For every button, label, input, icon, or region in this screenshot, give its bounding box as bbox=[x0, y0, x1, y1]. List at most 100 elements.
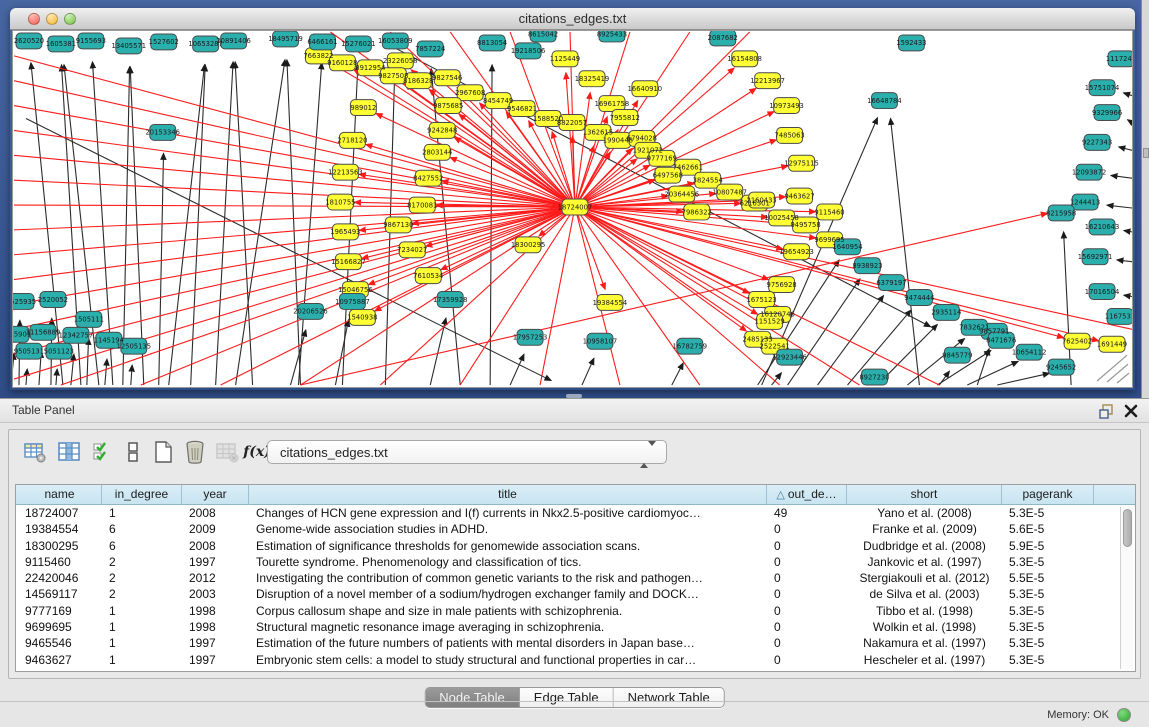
table-cell[interactable]: 1 bbox=[102, 619, 182, 635]
column-header-title[interactable]: title bbox=[249, 485, 767, 505]
column-header-year[interactable]: year bbox=[182, 485, 249, 505]
graph-edge[interactable] bbox=[105, 359, 107, 385]
column-header-name[interactable]: name bbox=[18, 485, 102, 505]
table-cell[interactable]: 1998 bbox=[182, 603, 249, 619]
table-row[interactable]: 2242004622012Investigating the contribut… bbox=[16, 570, 1109, 586]
table-scrollbar-thumb[interactable] bbox=[1123, 509, 1132, 547]
table-cell[interactable]: Embryonic stem cells: a model to study s… bbox=[249, 652, 767, 668]
graph-edge-selected[interactable] bbox=[575, 207, 783, 249]
graph-edge-selected[interactable] bbox=[575, 207, 765, 308]
graph-edge[interactable] bbox=[997, 373, 1049, 385]
table-cell[interactable]: 5.6E-5 bbox=[1002, 521, 1094, 537]
table-row[interactable]: 969969511998Structural magnetic resonanc… bbox=[16, 619, 1109, 635]
graph-edge[interactable] bbox=[788, 279, 860, 385]
table-cell[interactable]: 2 bbox=[102, 570, 182, 586]
graph-edge[interactable] bbox=[298, 63, 321, 385]
table-cell[interactable]: Nakamura et al. (1997) bbox=[847, 635, 1002, 651]
column-header-in_degree[interactable]: in_degree bbox=[102, 485, 182, 505]
graph-edge-selected[interactable] bbox=[575, 207, 749, 293]
table-row[interactable]: 911546021997Tourette syndrome. Phenomeno… bbox=[16, 554, 1109, 570]
table-cell[interactable]: 0 bbox=[767, 652, 847, 668]
table-cell[interactable]: Stergiakouli et al. (2012) bbox=[847, 570, 1002, 586]
table-cell[interactable]: Estimation of the future numbers of pati… bbox=[249, 635, 767, 651]
table-cell[interactable]: Corpus callosum shape and size in male p… bbox=[249, 603, 767, 619]
table-cell[interactable]: Tibbo et al. (1998) bbox=[847, 603, 1002, 619]
table-cell[interactable]: Dudbridge et al. (2008) bbox=[847, 538, 1002, 554]
table-cell[interactable]: 0 bbox=[767, 570, 847, 586]
graph-edge-selected[interactable] bbox=[61, 207, 575, 385]
table-cell[interactable]: 1997 bbox=[182, 554, 249, 570]
table-cell[interactable]: 22420046 bbox=[18, 570, 102, 586]
table-cell[interactable]: 5.3E-5 bbox=[1002, 586, 1094, 602]
table-cell[interactable]: 6 bbox=[102, 521, 182, 537]
table-row[interactable]: 1456911722003Disruption of a novel membe… bbox=[16, 586, 1109, 602]
graph-edge[interactable] bbox=[287, 60, 301, 385]
table-cell[interactable]: 2009 bbox=[182, 521, 249, 537]
table-cell[interactable]: 0 bbox=[767, 554, 847, 570]
table-cell[interactable]: 2008 bbox=[182, 505, 249, 521]
table-cell[interactable]: 0 bbox=[767, 521, 847, 537]
graph-edge[interactable] bbox=[87, 338, 89, 385]
table-cell[interactable]: 5.3E-5 bbox=[1002, 652, 1094, 668]
table-cell[interactable]: 1 bbox=[102, 505, 182, 521]
network-canvas[interactable]: 1872400718300295193845547663822916012889… bbox=[12, 30, 1133, 388]
column-header-short[interactable]: short bbox=[847, 485, 1002, 505]
table-cell[interactable]: Genome-wide association studies in ADHD. bbox=[249, 521, 767, 537]
table-row[interactable]: 946554611997Estimation of the future num… bbox=[16, 635, 1109, 651]
table-cell[interactable]: 0 bbox=[767, 603, 847, 619]
citation-network-graph[interactable]: 1872400718300295193845547663822916012889… bbox=[13, 31, 1132, 387]
graph-edge[interactable] bbox=[1107, 205, 1132, 208]
graph-edge[interactable] bbox=[1124, 231, 1132, 232]
table-cell[interactable]: 5.9E-5 bbox=[1002, 538, 1094, 554]
table-row[interactable]: 1938455462009Genome-wide association stu… bbox=[16, 521, 1109, 537]
row-select-icon[interactable] bbox=[89, 438, 117, 466]
table-cell[interactable]: 18724007 bbox=[18, 505, 102, 521]
table-cell[interactable]: Jankovic et al. (1997) bbox=[847, 554, 1002, 570]
table-row[interactable]: 977716911998Corpus callosum shape and si… bbox=[16, 603, 1109, 619]
graph-edge[interactable] bbox=[582, 358, 594, 385]
table-cell[interactable]: 6 bbox=[102, 538, 182, 554]
table-cell[interactable]: 2003 bbox=[182, 586, 249, 602]
table-row[interactable]: 946362711997Embryonic stem cells: a mode… bbox=[16, 652, 1109, 668]
table-cell[interactable]: 1 bbox=[102, 603, 182, 619]
table-cell[interactable]: 2008 bbox=[182, 538, 249, 554]
table-cell[interactable]: Investigating the contribution of common… bbox=[249, 570, 767, 586]
table-cell[interactable]: 9465546 bbox=[18, 635, 102, 651]
table-cell[interactable]: 2 bbox=[102, 554, 182, 570]
table-cell[interactable]: Estimation of significance thresholds fo… bbox=[249, 538, 767, 554]
table-cell[interactable]: 18300295 bbox=[18, 538, 102, 554]
network-window-titlebar[interactable]: citations_edges.txt bbox=[10, 8, 1135, 30]
graph-edge[interactable] bbox=[130, 67, 144, 385]
table-cell[interactable]: 9777169 bbox=[18, 603, 102, 619]
graph-edge-selected[interactable] bbox=[14, 130, 575, 207]
new-column-icon[interactable] bbox=[149, 438, 177, 466]
graph-edge[interactable] bbox=[1117, 260, 1132, 262]
graph-edge[interactable] bbox=[13, 353, 14, 385]
table-cell[interactable]: 0 bbox=[767, 635, 847, 651]
table-cell[interactable]: Changes of HCN gene expression and I(f) … bbox=[249, 505, 767, 521]
table-cell[interactable]: Yano et al. (2008) bbox=[847, 505, 1002, 521]
table-cell[interactable]: 19384554 bbox=[18, 521, 102, 537]
table-cell[interactable]: de Silva et al. (2003) bbox=[847, 586, 1002, 602]
table-cell[interactable]: 9699695 bbox=[18, 619, 102, 635]
graph-edge[interactable] bbox=[26, 369, 27, 385]
delete-column-icon[interactable] bbox=[181, 438, 209, 466]
table-cell[interactable]: Structural magnetic resonance image aver… bbox=[249, 619, 767, 635]
table-cell[interactable]: 1998 bbox=[182, 619, 249, 635]
close-panel-icon[interactable] bbox=[1123, 403, 1139, 419]
graph-edge-selected[interactable] bbox=[575, 207, 1099, 341]
table-cell[interactable]: 14569117 bbox=[18, 586, 102, 602]
table-cell[interactable]: 2 bbox=[102, 586, 182, 602]
graph-edge[interactable] bbox=[131, 365, 132, 385]
table-settings-icon[interactable] bbox=[21, 438, 49, 466]
graph-edge[interactable] bbox=[191, 65, 206, 385]
graph-edge[interactable] bbox=[56, 369, 57, 385]
table-cell[interactable]: 1 bbox=[102, 652, 182, 668]
graph-edge[interactable] bbox=[1124, 295, 1132, 296]
table-cell[interactable]: 5.3E-5 bbox=[1002, 554, 1094, 570]
table-cell[interactable]: Wolkin et al. (1998) bbox=[847, 619, 1002, 635]
canvas-resize-handle[interactable] bbox=[1097, 355, 1129, 383]
table-cell[interactable]: 9463627 bbox=[18, 652, 102, 668]
table-cell[interactable]: Tourette syndrome. Phenomenology and cla… bbox=[249, 554, 767, 570]
table-row[interactable]: 1830029562008Estimation of significance … bbox=[16, 538, 1109, 554]
